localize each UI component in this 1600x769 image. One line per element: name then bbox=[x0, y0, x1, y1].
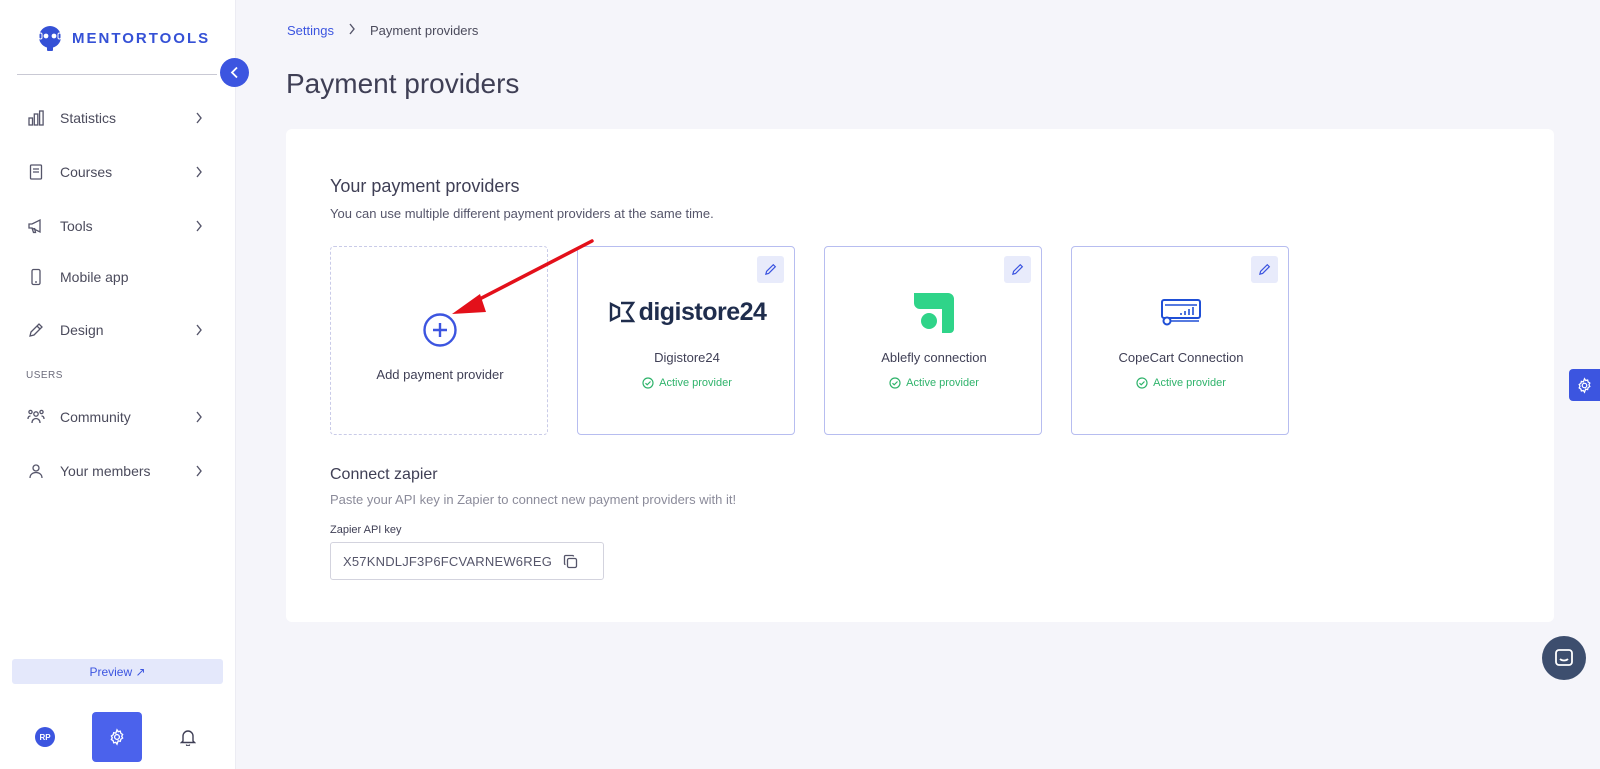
smartphone-icon bbox=[26, 267, 46, 287]
customizer-gear-button[interactable] bbox=[1569, 369, 1600, 401]
sidebar-item-label: Mobile app bbox=[60, 269, 129, 285]
pencil-icon bbox=[1012, 263, 1024, 275]
provider-name: Ablefly connection bbox=[881, 350, 987, 365]
chevron-left-icon bbox=[230, 66, 238, 79]
copecart-mark-icon bbox=[1161, 299, 1201, 326]
sidebar-item-your-members[interactable]: Your members bbox=[0, 451, 236, 491]
preview-button[interactable]: Preview ↗ bbox=[12, 659, 223, 684]
bar-chart-icon bbox=[26, 108, 46, 128]
sidebar-item-label: Tools bbox=[60, 218, 93, 234]
chevron-right-icon bbox=[192, 464, 206, 478]
sidebar-item-label: Design bbox=[60, 322, 104, 338]
check-circle-icon bbox=[889, 377, 901, 389]
chevron-right-icon bbox=[192, 111, 206, 125]
sidebar-item-label: Community bbox=[60, 409, 131, 425]
chat-icon bbox=[1555, 649, 1573, 666]
provider-name: Digistore24 bbox=[654, 350, 720, 365]
copecart-logo bbox=[1072, 287, 1290, 337]
sidebar-item-tools[interactable]: Tools bbox=[0, 206, 236, 246]
add-payment-provider-card[interactable]: Add payment provider bbox=[330, 246, 548, 435]
add-payment-provider-label: Add payment provider bbox=[376, 367, 504, 382]
plus-circle-icon bbox=[423, 313, 457, 347]
logo-divider bbox=[17, 74, 217, 75]
gear-icon bbox=[1578, 376, 1591, 394]
providers-section-subtitle: You can use multiple different payment p… bbox=[330, 206, 714, 221]
zapier-api-key-value[interactable]: X57KNDLJF3P6FCVARNEW6REG bbox=[343, 554, 552, 569]
sidebar: MENTORTOOLS Statistics Courses Tools Mob… bbox=[0, 0, 236, 769]
notifications-button[interactable] bbox=[178, 727, 198, 747]
sidebar-item-label: Statistics bbox=[60, 110, 117, 126]
payment-providers-card: Your payment providers You can use multi… bbox=[286, 129, 1554, 622]
provider-card-ablefly[interactable]: Ablefly connection Active provider bbox=[824, 246, 1042, 435]
sidebar-item-label: Your members bbox=[60, 463, 151, 479]
edit-provider-button[interactable] bbox=[1251, 256, 1278, 283]
provider-status: Active provider bbox=[578, 377, 796, 389]
breadcrumb-settings-link[interactable]: Settings bbox=[287, 23, 334, 38]
sidebar-item-label: Courses bbox=[60, 164, 113, 180]
page-title: Payment providers bbox=[286, 68, 520, 99]
chevron-right-icon bbox=[192, 219, 206, 233]
zapier-section-subtitle: Paste your API key in Zapier to connect … bbox=[330, 492, 737, 507]
chat-widget-button[interactable] bbox=[1542, 636, 1586, 680]
bell-icon bbox=[180, 730, 196, 746]
sidebar-item-courses[interactable]: Courses bbox=[0, 152, 236, 192]
edit-provider-button[interactable] bbox=[1004, 256, 1031, 283]
digistore24-logo: digistore24 bbox=[578, 287, 796, 337]
sidebar-item-design[interactable]: Design bbox=[0, 310, 236, 350]
gear-icon bbox=[110, 728, 124, 746]
book-icon bbox=[26, 162, 46, 182]
sidebar-item-mobile-app[interactable]: Mobile app bbox=[0, 257, 236, 297]
sidebar-item-community[interactable]: Community bbox=[0, 397, 236, 437]
provider-card-digistore24[interactable]: digistore24 Digistore24 Active provider bbox=[577, 246, 795, 435]
avatar[interactable]: RP bbox=[35, 727, 55, 747]
chevron-right-icon bbox=[192, 323, 206, 337]
digistore24-mark-icon bbox=[609, 301, 635, 323]
digistore24-logo-text: digistore24 bbox=[638, 297, 767, 326]
breadcrumb: Settings Payment providers bbox=[287, 23, 478, 38]
provider-status: Active provider bbox=[1072, 377, 1290, 389]
user-icon bbox=[26, 461, 46, 481]
ablefly-mark-icon bbox=[914, 293, 954, 333]
sidebar-section-users: USERS bbox=[26, 370, 63, 381]
ablefly-logo bbox=[825, 287, 1043, 337]
sidebar-bottom-bar: RP bbox=[0, 712, 236, 762]
provider-name: CopeCart Connection bbox=[1118, 350, 1244, 365]
chevron-right-icon bbox=[192, 165, 206, 179]
brand-name: MENTORTOOLS bbox=[72, 29, 211, 47]
zapier-api-key-field[interactable]: X57KNDLJF3P6FCVARNEW6REG bbox=[330, 542, 604, 580]
robot-logo-icon bbox=[38, 26, 62, 51]
edit-icon bbox=[26, 320, 46, 340]
breadcrumb-current: Payment providers bbox=[369, 23, 479, 38]
provider-card-copecart[interactable]: CopeCart Connection Active provider bbox=[1071, 246, 1289, 435]
preview-label: Preview ↗ bbox=[89, 664, 146, 679]
sidebar-item-statistics[interactable]: Statistics bbox=[0, 98, 236, 138]
megaphone-icon bbox=[26, 216, 46, 236]
providers-section-title: Your payment providers bbox=[330, 176, 520, 196]
collapse-sidebar-button[interactable] bbox=[220, 58, 249, 87]
provider-status-label: Active provider bbox=[659, 377, 732, 389]
provider-status: Active provider bbox=[825, 377, 1043, 389]
pencil-icon bbox=[765, 263, 777, 275]
zapier-section-title: Connect zapier bbox=[330, 466, 438, 483]
provider-status-label: Active provider bbox=[906, 377, 979, 389]
settings-button[interactable] bbox=[92, 712, 142, 762]
provider-status-label: Active provider bbox=[1153, 377, 1226, 389]
chevron-right-icon bbox=[192, 410, 206, 424]
chevron-right-icon bbox=[348, 23, 356, 38]
group-icon bbox=[26, 407, 46, 427]
copy-icon[interactable] bbox=[562, 553, 578, 569]
edit-provider-button[interactable] bbox=[757, 256, 784, 283]
mentortools-logo[interactable]: MENTORTOOLS bbox=[36, 24, 210, 52]
pencil-icon bbox=[1259, 263, 1271, 275]
check-circle-icon bbox=[642, 377, 654, 389]
zapier-api-key-label: Zapier API key bbox=[330, 524, 402, 536]
check-circle-icon bbox=[1136, 377, 1148, 389]
